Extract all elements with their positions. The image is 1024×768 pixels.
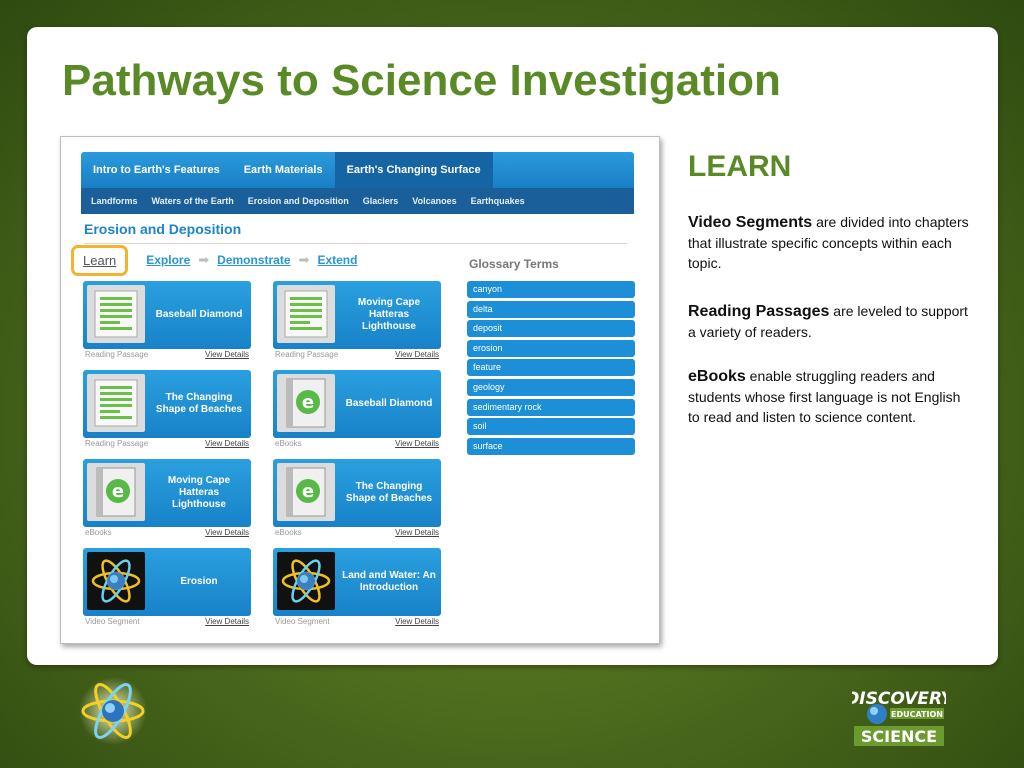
sub-nav: Landforms Waters of the Earth Erosion an… [81,188,634,214]
science-wordmark: SCIENCE [861,727,937,746]
tile-title: Baseball Diamond [155,309,243,320]
step-extend[interactable]: Extend [317,253,357,267]
tile-title: Moving Cape Hatteras Lighthouse [357,297,421,332]
svg-text:e: e [112,481,124,502]
tile-title: Moving Cape Hatteras Lighthouse [167,475,231,510]
glossary-list: canyon delta deposit erosion feature geo… [467,281,635,457]
view-details-link[interactable]: View Details [395,617,439,626]
resource-tile[interactable]: Land and Water: An Introduction Video Se… [273,548,441,628]
tile-title: Baseball Diamond [345,398,433,409]
glossary-term[interactable]: erosion [467,339,635,357]
learn-heading: LEARN [688,150,792,183]
slide-title: Pathways to Science Investigation [62,56,781,105]
atom-logo [78,676,148,746]
glossary-term[interactable]: sedimentary rock [467,398,635,416]
resource-tile[interactable]: e The Changing Shape of Beaches eBooks V… [273,459,441,539]
step-learn[interactable]: Learn [71,244,129,276]
education-wordmark: EDUCATION [891,710,943,719]
site-screenshot: Intro to Earth's Features Earth Material… [60,136,660,644]
paragraph-lead: eBooks [688,368,746,385]
subnav-landforms[interactable]: Landforms [84,196,145,206]
tile-title: The Changing Shape of Beaches [155,392,243,415]
resource-tile[interactable]: Moving Cape Hatteras Lighthouse Reading … [273,281,441,361]
view-details-link[interactable]: View Details [205,617,249,626]
view-details-link[interactable]: View Details [205,528,249,537]
subnav-erosion[interactable]: Erosion and Deposition [241,196,356,206]
view-details-link[interactable]: View Details [205,350,249,359]
glossary-title: Glossary Terms [469,257,559,271]
tile-title: Land and Water: An Introduction [342,570,436,593]
glossary-term[interactable]: deposit [467,320,635,338]
subnav-volcanoes[interactable]: Volcanoes [405,196,463,206]
subnav-earthquakes[interactable]: Earthquakes [464,196,532,206]
reading-passage-icon [87,285,145,343]
tile-type: Reading Passage [85,439,149,448]
view-details-link[interactable]: View Details [395,350,439,359]
discovery-education-logo: DISCOVERY EDUCATION SCIENCE [845,686,954,748]
tile-type: Reading Passage [85,350,149,359]
tile-type: Video Segment [85,617,140,626]
step-explore[interactable]: Explore [146,253,190,267]
paragraph-reading-passages: Reading Passages are leveled to support … [688,301,973,342]
svg-text:e: e [302,392,314,413]
resource-tile[interactable]: e Baseball Diamond eBooks View Details [273,370,441,450]
section-heading: Erosion and Deposition [84,221,242,237]
svg-text:e: e [302,481,314,502]
view-details-link[interactable]: View Details [395,528,439,537]
tile-type: eBooks [85,528,112,537]
reading-passage-icon [277,285,335,343]
tile-type: eBooks [275,528,302,537]
glossary-term[interactable]: geology [467,378,635,396]
arrow-right-icon: ➡ [298,252,310,268]
paragraph-lead: Reading Passages [688,303,830,320]
ebook-icon: e [277,463,335,521]
view-details-link[interactable]: View Details [395,439,439,448]
nav-tab-changing-surface[interactable]: Earth's Changing Surface [334,152,493,188]
video-atom-icon [277,552,335,610]
tile-title: Erosion [180,576,218,587]
tile-title: The Changing Shape of Beaches [345,481,433,504]
video-atom-icon [87,552,145,610]
resource-tile[interactable]: The Changing Shape of Beaches Reading Pa… [83,370,251,450]
nav-tab-intro[interactable]: Intro to Earth's Features [81,152,232,188]
glossary-term[interactable]: delta [467,300,635,318]
ebook-icon: e [87,463,145,521]
tile-type: Reading Passage [275,350,339,359]
step-demonstrate[interactable]: Demonstrate [217,253,290,267]
resource-tile[interactable]: Baseball Diamond Reading Passage View De… [83,281,251,361]
resource-tile[interactable]: Erosion Video Segment View Details [83,548,251,628]
paragraph-video-segments: Video Segments are divided into chapters… [688,212,973,273]
view-details-link[interactable]: View Details [205,439,249,448]
paragraph-ebooks: eBooks enable struggling readers and stu… [688,366,973,427]
subnav-glaciers[interactable]: Glaciers [356,196,406,206]
glossary-term[interactable]: feature [467,359,635,377]
tile-type: eBooks [275,439,302,448]
ebook-icon: e [277,374,335,432]
resource-tiles: Baseball Diamond Reading Passage View De… [83,281,443,631]
glossary-term[interactable]: surface [467,437,635,455]
nav-tab-earth-materials[interactable]: Earth Materials [232,152,335,188]
glossary-term[interactable]: soil [467,418,635,436]
pathway-steps: Learn Explore ➡ Demonstrate ➡ Extend [71,240,365,280]
main-nav: Intro to Earth's Features Earth Material… [81,152,634,188]
tile-type: Video Segment [275,617,330,626]
arrow-right-icon: ➡ [198,252,210,268]
resource-tile[interactable]: e Moving Cape Hatteras Lighthouse eBooks… [83,459,251,539]
discovery-wordmark: DISCOVERY [852,689,946,709]
paragraph-lead: Video Segments [688,214,813,231]
glossary-term[interactable]: canyon [467,281,635,298]
reading-passage-icon [87,374,145,432]
subnav-waters[interactable]: Waters of the Earth [145,196,241,206]
